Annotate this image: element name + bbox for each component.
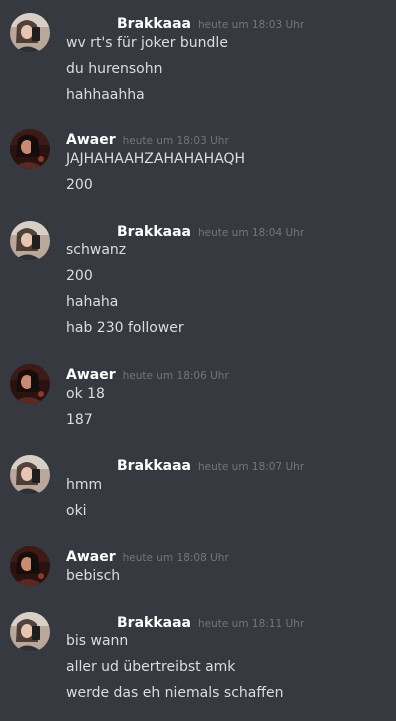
message-text: 187 bbox=[66, 412, 93, 428]
timestamp: heute um 18:11 Uhr bbox=[198, 618, 305, 630]
username[interactable]: Awaer bbox=[66, 367, 116, 383]
message-text: 200 bbox=[66, 177, 93, 193]
message-text: 200 bbox=[66, 268, 93, 284]
message-text: JAJHAHAAHZAHAHAHAQH bbox=[66, 151, 246, 167]
message-text: hahhaahha bbox=[66, 87, 145, 103]
username[interactable]: Brakkaaa bbox=[117, 615, 191, 631]
message-header: Brakkaaa heute um 18:11 Uhr bbox=[117, 612, 304, 631]
message-text: hmm bbox=[66, 477, 103, 493]
avatar-brakkaaa[interactable] bbox=[10, 455, 50, 495]
timestamp: heute um 18:03 Uhr bbox=[198, 19, 305, 31]
username[interactable]: Brakkaaa bbox=[117, 458, 191, 474]
timestamp: heute um 18:06 Uhr bbox=[122, 370, 229, 382]
message-text: bebisch bbox=[66, 568, 121, 584]
message-header: Brakkaaa heute um 18:03 Uhr bbox=[117, 13, 304, 32]
avatar-brakkaaa[interactable] bbox=[10, 13, 50, 53]
timestamp: heute um 18:04 Uhr bbox=[198, 227, 305, 239]
message-text: du hurensohn bbox=[66, 61, 163, 77]
message-text: oki bbox=[66, 503, 87, 519]
username[interactable]: Awaer bbox=[66, 132, 116, 148]
username[interactable]: Brakkaaa bbox=[117, 224, 191, 240]
avatar-awaer[interactable] bbox=[10, 129, 50, 169]
avatar-awaer[interactable] bbox=[10, 364, 50, 404]
message-header: Brakkaaa heute um 18:07 Uhr bbox=[117, 455, 304, 474]
message-text: werde das eh niemals schaffen bbox=[66, 685, 284, 701]
message-header: Awaer heute um 18:03 Uhr bbox=[66, 129, 229, 148]
message-text: schwanz bbox=[66, 242, 127, 258]
message-header: Brakkaaa heute um 18:04 Uhr bbox=[117, 221, 304, 240]
timestamp: heute um 18:08 Uhr bbox=[122, 552, 229, 564]
message-text: wv rt's für joker bundle bbox=[66, 35, 228, 51]
message-text: hahaha bbox=[66, 294, 119, 310]
username[interactable]: Awaer bbox=[66, 549, 116, 565]
avatar-brakkaaa[interactable] bbox=[10, 612, 50, 652]
timestamp: heute um 18:03 Uhr bbox=[122, 135, 229, 147]
timestamp: heute um 18:07 Uhr bbox=[198, 461, 305, 473]
message-header: Awaer heute um 18:06 Uhr bbox=[66, 364, 229, 383]
username[interactable]: Brakkaaa bbox=[117, 16, 191, 32]
message-text: hab 230 follower bbox=[66, 320, 184, 336]
avatar-brakkaaa[interactable] bbox=[10, 221, 50, 261]
message-text: bis wann bbox=[66, 633, 129, 649]
message-header: Awaer heute um 18:08 Uhr bbox=[66, 546, 229, 565]
message-text: aller ud übertreibst amk bbox=[66, 659, 236, 675]
avatar-awaer[interactable] bbox=[10, 546, 50, 586]
message-text: ok 18 bbox=[66, 386, 105, 402]
